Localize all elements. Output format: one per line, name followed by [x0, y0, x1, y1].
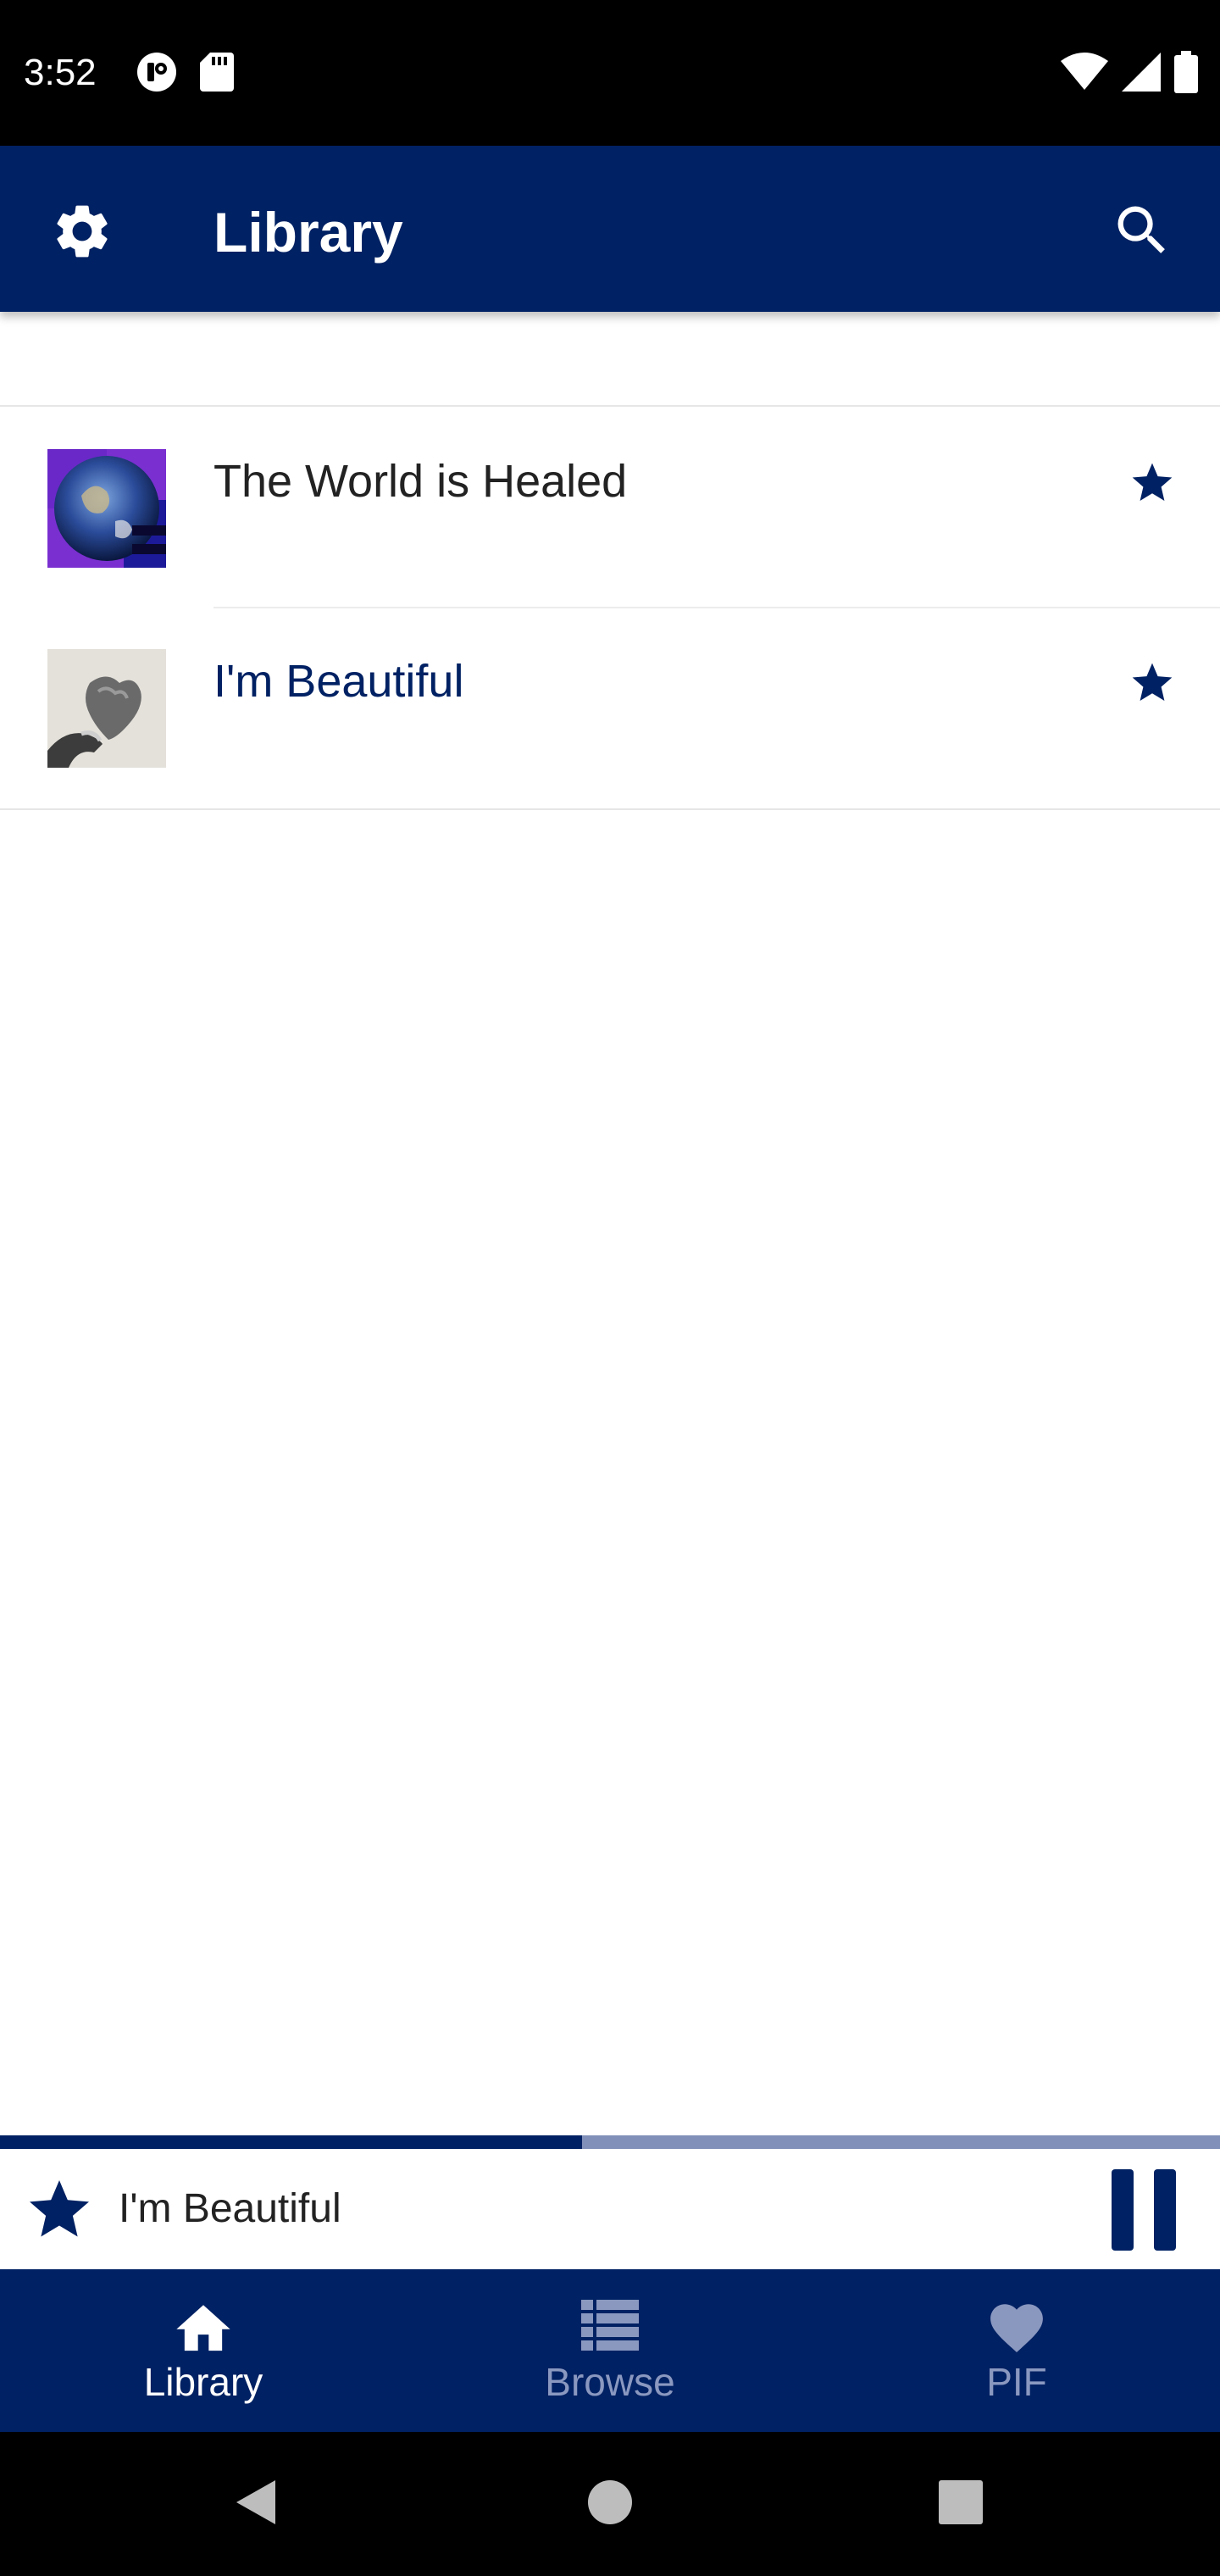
app-bar: Library	[0, 146, 1220, 312]
library-item[interactable]: I'm Beautiful	[0, 608, 1220, 810]
playback-progress-bar[interactable]	[0, 2135, 1220, 2149]
privacy-indicator-icon	[136, 51, 178, 97]
search-button[interactable]	[1103, 193, 1181, 271]
album-art-thumbnail	[47, 649, 166, 768]
search-icon	[1110, 198, 1174, 267]
nav-item-library[interactable]: Library	[0, 2269, 407, 2432]
back-button[interactable]	[217, 2466, 293, 2542]
system-navigation-bar	[0, 2432, 1220, 2576]
heart-icon	[984, 2296, 1049, 2354]
settings-button[interactable]	[44, 195, 120, 271]
now-playing-title: I'm Beautiful	[119, 2186, 341, 2231]
pause-button[interactable]	[1112, 2169, 1176, 2251]
item-title: The World is Healed	[214, 456, 628, 507]
sd-card-icon	[200, 53, 234, 96]
library-list: The World is Healed I'm Beautiful	[0, 407, 1220, 810]
playback-progress-fill	[0, 2135, 582, 2149]
battery-icon	[1174, 51, 1198, 97]
list-icon	[578, 2296, 642, 2354]
nav-label: Browse	[545, 2360, 675, 2404]
album-art-thumbnail	[47, 449, 166, 568]
recents-button[interactable]	[923, 2466, 999, 2542]
now-playing-bar[interactable]: I'm Beautiful	[0, 2149, 1220, 2269]
status-time: 3:52	[24, 52, 97, 93]
pause-icon	[1112, 2169, 1176, 2254]
nav-item-browse[interactable]: Browse	[407, 2269, 813, 2432]
list-bottom-divider	[0, 808, 1220, 810]
nav-label: PIF	[986, 2360, 1047, 2404]
favorite-star-icon[interactable]	[1128, 459, 1176, 507]
home-circle-icon	[586, 2479, 634, 2530]
page-title: Library	[214, 201, 403, 264]
status-left-icons	[136, 51, 234, 97]
bottom-navigation: Library Browse PIF	[0, 2269, 1220, 2432]
status-right-icons	[1061, 51, 1198, 97]
wifi-icon	[1061, 53, 1108, 96]
home-button[interactable]	[572, 2466, 648, 2542]
back-triangle-icon	[231, 2477, 279, 2532]
status-bar: 3:52	[0, 0, 1220, 146]
item-title: I'm Beautiful	[214, 656, 464, 707]
favorite-star-icon[interactable]	[1128, 659, 1176, 707]
recents-square-icon	[937, 2479, 984, 2530]
cell-signal-icon	[1122, 53, 1161, 96]
gear-icon	[50, 199, 114, 268]
nav-label: Library	[143, 2360, 263, 2404]
home-icon	[171, 2296, 236, 2354]
nav-item-pif[interactable]: PIF	[813, 2269, 1220, 2432]
library-item[interactable]: The World is Healed	[0, 407, 1220, 608]
now-playing-favorite-star-icon[interactable]	[24, 2174, 95, 2246]
